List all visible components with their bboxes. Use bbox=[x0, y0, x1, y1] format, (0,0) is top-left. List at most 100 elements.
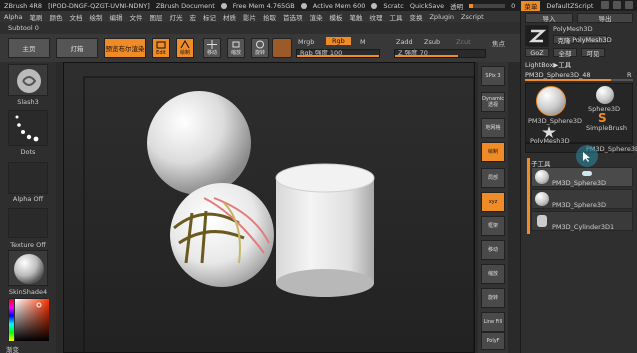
zcut-button[interactable]: Zcut bbox=[456, 38, 471, 46]
menu-item[interactable]: 工具 bbox=[389, 12, 402, 22]
z-intensity-slider[interactable]: Z 强度 70 bbox=[394, 49, 486, 58]
tool-thumb-sphere3d[interactable] bbox=[596, 86, 614, 104]
toggle-icon[interactable] bbox=[582, 171, 592, 176]
move-button[interactable]: 移动 bbox=[203, 38, 221, 58]
right-shelf-button[interactable]: 缩放 bbox=[481, 264, 505, 284]
texture-slot[interactable] bbox=[8, 208, 48, 238]
tool-thumbnail[interactable] bbox=[525, 25, 549, 47]
menus-button[interactable]: 菜单 bbox=[521, 0, 541, 11]
active-mem: Active Mem 600 bbox=[312, 1, 366, 10]
right-shelf-button[interactable]: Dynamic 透视 bbox=[481, 92, 505, 112]
color-picker[interactable] bbox=[8, 298, 49, 341]
zadd-button[interactable]: Zadd bbox=[396, 38, 413, 46]
export-button[interactable]: 导出 bbox=[577, 13, 633, 23]
import-button[interactable]: 导入 bbox=[525, 13, 573, 23]
rgb-button[interactable]: Rgb bbox=[326, 37, 351, 45]
lightbox-button[interactable]: 灯箱 bbox=[56, 38, 98, 58]
menu-item[interactable]: 拾取 bbox=[263, 12, 276, 22]
right-shelf-button[interactable]: 移动 bbox=[481, 240, 505, 260]
cylinder[interactable] bbox=[275, 163, 375, 297]
viewport-canvas[interactable] bbox=[63, 62, 475, 353]
stroke-slot[interactable] bbox=[8, 110, 48, 146]
menu-item[interactable]: 材质 bbox=[223, 12, 236, 22]
menu-item[interactable]: 编辑 bbox=[109, 12, 122, 22]
current-tool-name: PolyMesh3D bbox=[553, 25, 593, 33]
menu-item[interactable]: Zplugin bbox=[429, 13, 454, 21]
tool-palette: PM3D_Sphere3D Sphere3D S SimpleBrush Pol… bbox=[525, 83, 633, 145]
default-script[interactable]: DefaultZScript bbox=[546, 2, 593, 10]
r-button[interactable]: R bbox=[627, 71, 632, 79]
visible-button[interactable]: 可见 bbox=[581, 48, 605, 58]
alpha-slot[interactable] bbox=[8, 162, 48, 194]
move-label: 移动 bbox=[206, 50, 217, 56]
menu-item[interactable]: Zscript bbox=[461, 13, 484, 21]
stroke-name: Dots bbox=[20, 148, 36, 156]
right-shelf-button[interactable]: 框架 bbox=[481, 216, 505, 236]
scene-render bbox=[83, 76, 475, 353]
minimize-icon[interactable] bbox=[601, 1, 609, 9]
menu-item[interactable]: 颜色 bbox=[49, 12, 62, 22]
menu-item[interactable]: 绘制 bbox=[89, 12, 102, 22]
home-button[interactable]: 主页 bbox=[8, 38, 50, 58]
quicksave-button[interactable]: QuickSave bbox=[410, 2, 444, 10]
sphere-top[interactable] bbox=[147, 91, 251, 195]
make-polymesh-button[interactable]: PolyMesh3D bbox=[572, 35, 612, 44]
menu-bar: Alpha 笔刷 颜色 文档 绘制 编辑 文件 图层 灯光宏标记 材质 影片 拾取 首选项 渲染 模板 笔触纹… bbox=[0, 11, 520, 22]
subtool-row-0[interactable]: PM3D_Sphere3D bbox=[531, 167, 633, 187]
scale-button[interactable]: 缩放 bbox=[227, 38, 245, 58]
goz-button[interactable]: GoZ bbox=[525, 48, 549, 57]
menu-item[interactable]: 文档 bbox=[69, 12, 82, 22]
material-slot[interactable] bbox=[8, 250, 48, 286]
menu-item[interactable]: 影片 bbox=[243, 12, 256, 22]
draw-button[interactable]: 绘制 bbox=[176, 38, 194, 58]
menu-item[interactable]: 笔刷 bbox=[29, 12, 42, 22]
sphere-bottom[interactable] bbox=[170, 183, 274, 287]
edit-icon bbox=[156, 41, 166, 48]
subtool-row-2[interactable]: PM3D_Cylinder3D1 bbox=[531, 211, 633, 231]
menu-item[interactable]: 渲染 bbox=[309, 12, 322, 22]
subtool-thumb bbox=[535, 170, 549, 184]
menu-item[interactable]: 标记 bbox=[203, 12, 216, 22]
right-shelf-button[interactable]: 绘制 bbox=[481, 142, 505, 162]
menu-item[interactable]: 变换 bbox=[409, 12, 422, 22]
m-button[interactable]: M bbox=[360, 38, 366, 46]
menu-item[interactable]: 文件 bbox=[129, 12, 142, 22]
right-shelf-button[interactable]: Line Fill bbox=[481, 312, 505, 332]
subtool-scrollbar[interactable] bbox=[527, 158, 530, 234]
preview-render-button[interactable]: 预览布尔渲染 bbox=[104, 38, 146, 58]
menu-item[interactable]: 笔触 bbox=[349, 12, 362, 22]
right-shelf-button[interactable]: 地网格 bbox=[481, 118, 505, 138]
menu-item[interactable]: 图层 bbox=[149, 12, 162, 22]
tool-thumb-pm3d-sphere[interactable] bbox=[536, 86, 566, 116]
zsub-button[interactable]: Zsub bbox=[424, 38, 440, 46]
right-shelf-button[interactable]: xyz bbox=[481, 192, 505, 212]
dots-stroke-icon bbox=[15, 115, 39, 142]
brush-slot[interactable] bbox=[8, 64, 48, 96]
simplebrush-icon[interactable]: S bbox=[598, 112, 612, 124]
rgb-intensity-slider[interactable]: Rgb 强度 100 bbox=[296, 49, 380, 58]
right-shelf-button[interactable]: PolyF bbox=[481, 332, 505, 350]
menu-item[interactable]: 宏 bbox=[189, 12, 196, 22]
transparency-slider[interactable] bbox=[469, 3, 506, 8]
tool-size-slider[interactable] bbox=[525, 79, 633, 81]
subtool-row-1[interactable]: PM3D_Sphere3D bbox=[531, 189, 633, 209]
menu-item[interactable]: 纹理 bbox=[369, 12, 382, 22]
lightbox-tools-button[interactable]: LightBox▶工具 bbox=[525, 59, 571, 69]
menu-item[interactable]: 模板 bbox=[329, 12, 342, 22]
mrgb-button[interactable]: Mrgb bbox=[298, 38, 314, 46]
menu-item[interactable]: 首选项 bbox=[283, 12, 303, 22]
close-icon[interactable] bbox=[625, 1, 633, 9]
maximize-icon[interactable] bbox=[613, 1, 621, 9]
edit-button[interactable]: Edit bbox=[152, 38, 170, 58]
menu-item[interactable]: Alpha bbox=[4, 13, 22, 21]
material-color-swatch[interactable] bbox=[272, 38, 292, 58]
all-button[interactable]: 全部 bbox=[553, 48, 577, 58]
z-intensity-fill bbox=[395, 55, 458, 57]
rotate-button[interactable]: 旋转 bbox=[251, 38, 269, 58]
move-icon bbox=[207, 40, 217, 49]
right-shelf-button[interactable]: 旋转 bbox=[481, 288, 505, 308]
menu-item[interactable]: 灯光 bbox=[169, 12, 182, 22]
right-shelf-button[interactable]: 局部 bbox=[481, 168, 505, 188]
scratch-disk: Scratc bbox=[383, 1, 404, 10]
right-shelf-button[interactable]: SPix 3 bbox=[481, 66, 505, 86]
